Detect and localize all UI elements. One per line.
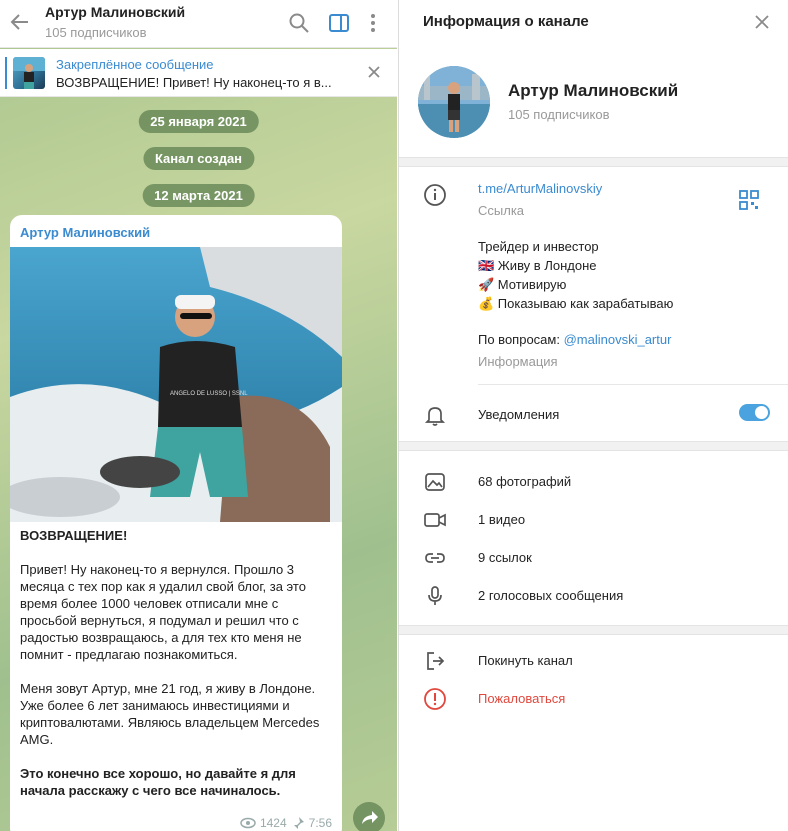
- video-icon[interactable]: [423, 508, 447, 532]
- info-icon: [423, 183, 447, 207]
- chat-subscribers: 105 подписчиков: [45, 25, 147, 40]
- channel-subscribers: 105 подписчиков: [508, 107, 610, 122]
- pinned-thumbnail: [13, 57, 45, 89]
- qr-code-icon[interactable]: [739, 190, 759, 210]
- link-label: Ссылка: [478, 203, 525, 218]
- report-icon[interactable]: [423, 687, 447, 711]
- post-paragraph: Привет! Ну наконец-то я вернулся. Прошло…: [20, 562, 306, 662]
- pin-icon: [292, 817, 304, 830]
- contact-handle[interactable]: @malinovski_artur: [564, 332, 672, 347]
- post-time: 7:56: [308, 816, 332, 830]
- post-views: 1424: [259, 816, 287, 830]
- notifications-toggle[interactable]: [739, 404, 770, 421]
- date-separator: 25 января 2021: [138, 110, 259, 133]
- description-line: 🚀 Мотивирую: [478, 277, 567, 292]
- photo-icon[interactable]: [423, 470, 447, 494]
- channel-info-panel: Информация о канале Артур Малиновский 10…: [398, 0, 788, 831]
- description-line: 🇬🇧 Живу в Лондоне: [478, 258, 597, 273]
- post-meta: 1424 7:56: [240, 816, 332, 830]
- notifications-label: Уведомления: [478, 407, 560, 422]
- contact-line: По вопросам: @malinovski_artur: [478, 332, 671, 347]
- section-divider: [399, 157, 788, 167]
- section-divider: [399, 625, 788, 635]
- pinned-title: Закреплённое сообщение: [56, 57, 214, 72]
- media-links[interactable]: 9 ссылок: [478, 550, 532, 565]
- back-arrow-icon[interactable]: [8, 10, 32, 34]
- pinned-message[interactable]: Закреплённое сообщение ВОЗВРАЩЕНИЕ! Прив…: [0, 49, 397, 97]
- post-text: ВОЗВРАЩЕНИЕ! Привет! Ну наконец-то я вер…: [20, 527, 332, 816]
- date-separator: 12 марта 2021: [142, 184, 255, 207]
- microphone-icon[interactable]: [423, 584, 447, 608]
- avatar[interactable]: [418, 66, 490, 138]
- post-photo[interactable]: ANGELO DE LUSSO | SSNL: [10, 247, 342, 522]
- service-message: Канал создан: [142, 147, 255, 170]
- post-paragraph: Меня зовут Артур, мне 21 год, я живу в Л…: [20, 681, 320, 747]
- close-icon[interactable]: [752, 12, 772, 32]
- pinned-text: ВОЗВРАЩЕНИЕ! Привет! Ну наконец-то я в..…: [56, 75, 332, 90]
- shirt-print: ANGELO DE LUSSO | SSNL: [170, 391, 248, 397]
- bell-icon: [423, 403, 447, 427]
- channel-link[interactable]: t.me/ArturMalinovskiy: [478, 181, 602, 196]
- media-photos[interactable]: 68 фотографий: [478, 474, 571, 489]
- close-icon[interactable]: [365, 63, 383, 81]
- share-icon: [362, 811, 378, 824]
- sidebar-toggle-icon[interactable]: [328, 12, 350, 34]
- more-icon[interactable]: [362, 12, 384, 34]
- leave-icon[interactable]: [423, 649, 447, 673]
- post-author[interactable]: Артур Малиновский: [20, 225, 150, 240]
- channel-description: Трейдер и инвестор 🇬🇧 Живу в Лондоне 🚀 М…: [478, 237, 673, 313]
- channel-name: Артур Малиновский: [508, 81, 679, 100]
- contact-prefix: По вопросам:: [478, 332, 564, 347]
- share-button[interactable]: [353, 802, 385, 831]
- section-divider: [399, 441, 788, 451]
- panel-title: Информация о канале: [423, 13, 589, 30]
- report-button[interactable]: Пожаловаться: [478, 691, 565, 706]
- eye-icon: [240, 817, 256, 829]
- post-heading: ВОЗВРАЩЕНИЕ!: [20, 528, 128, 543]
- divider: [478, 384, 788, 385]
- post-paragraph-bold: Это конечно все хорошо, но давайте я для…: [20, 766, 296, 798]
- description-line: Трейдер и инвестор: [478, 239, 599, 254]
- chat-pane: Артур Малиновский 105 подписчиков Закреп…: [0, 0, 397, 831]
- link-icon[interactable]: [423, 546, 447, 570]
- leave-channel-button[interactable]: Покинуть канал: [478, 653, 573, 668]
- pinned-accent-bar: [5, 57, 7, 89]
- chat-header: Артур Малиновский 105 подписчиков: [0, 0, 397, 48]
- channel-post[interactable]: Артур Малиновский ANGELO DE LUSSO | SSNL: [10, 215, 342, 831]
- chat-title[interactable]: Артур Малиновский: [45, 4, 185, 20]
- search-icon[interactable]: [288, 12, 310, 34]
- media-videos[interactable]: 1 видео: [478, 512, 525, 527]
- media-voice[interactable]: 2 голосовых сообщения: [478, 588, 623, 603]
- description-line: 💰 Показываю как зарабатываю: [478, 296, 674, 311]
- info-label: Информация: [478, 354, 558, 369]
